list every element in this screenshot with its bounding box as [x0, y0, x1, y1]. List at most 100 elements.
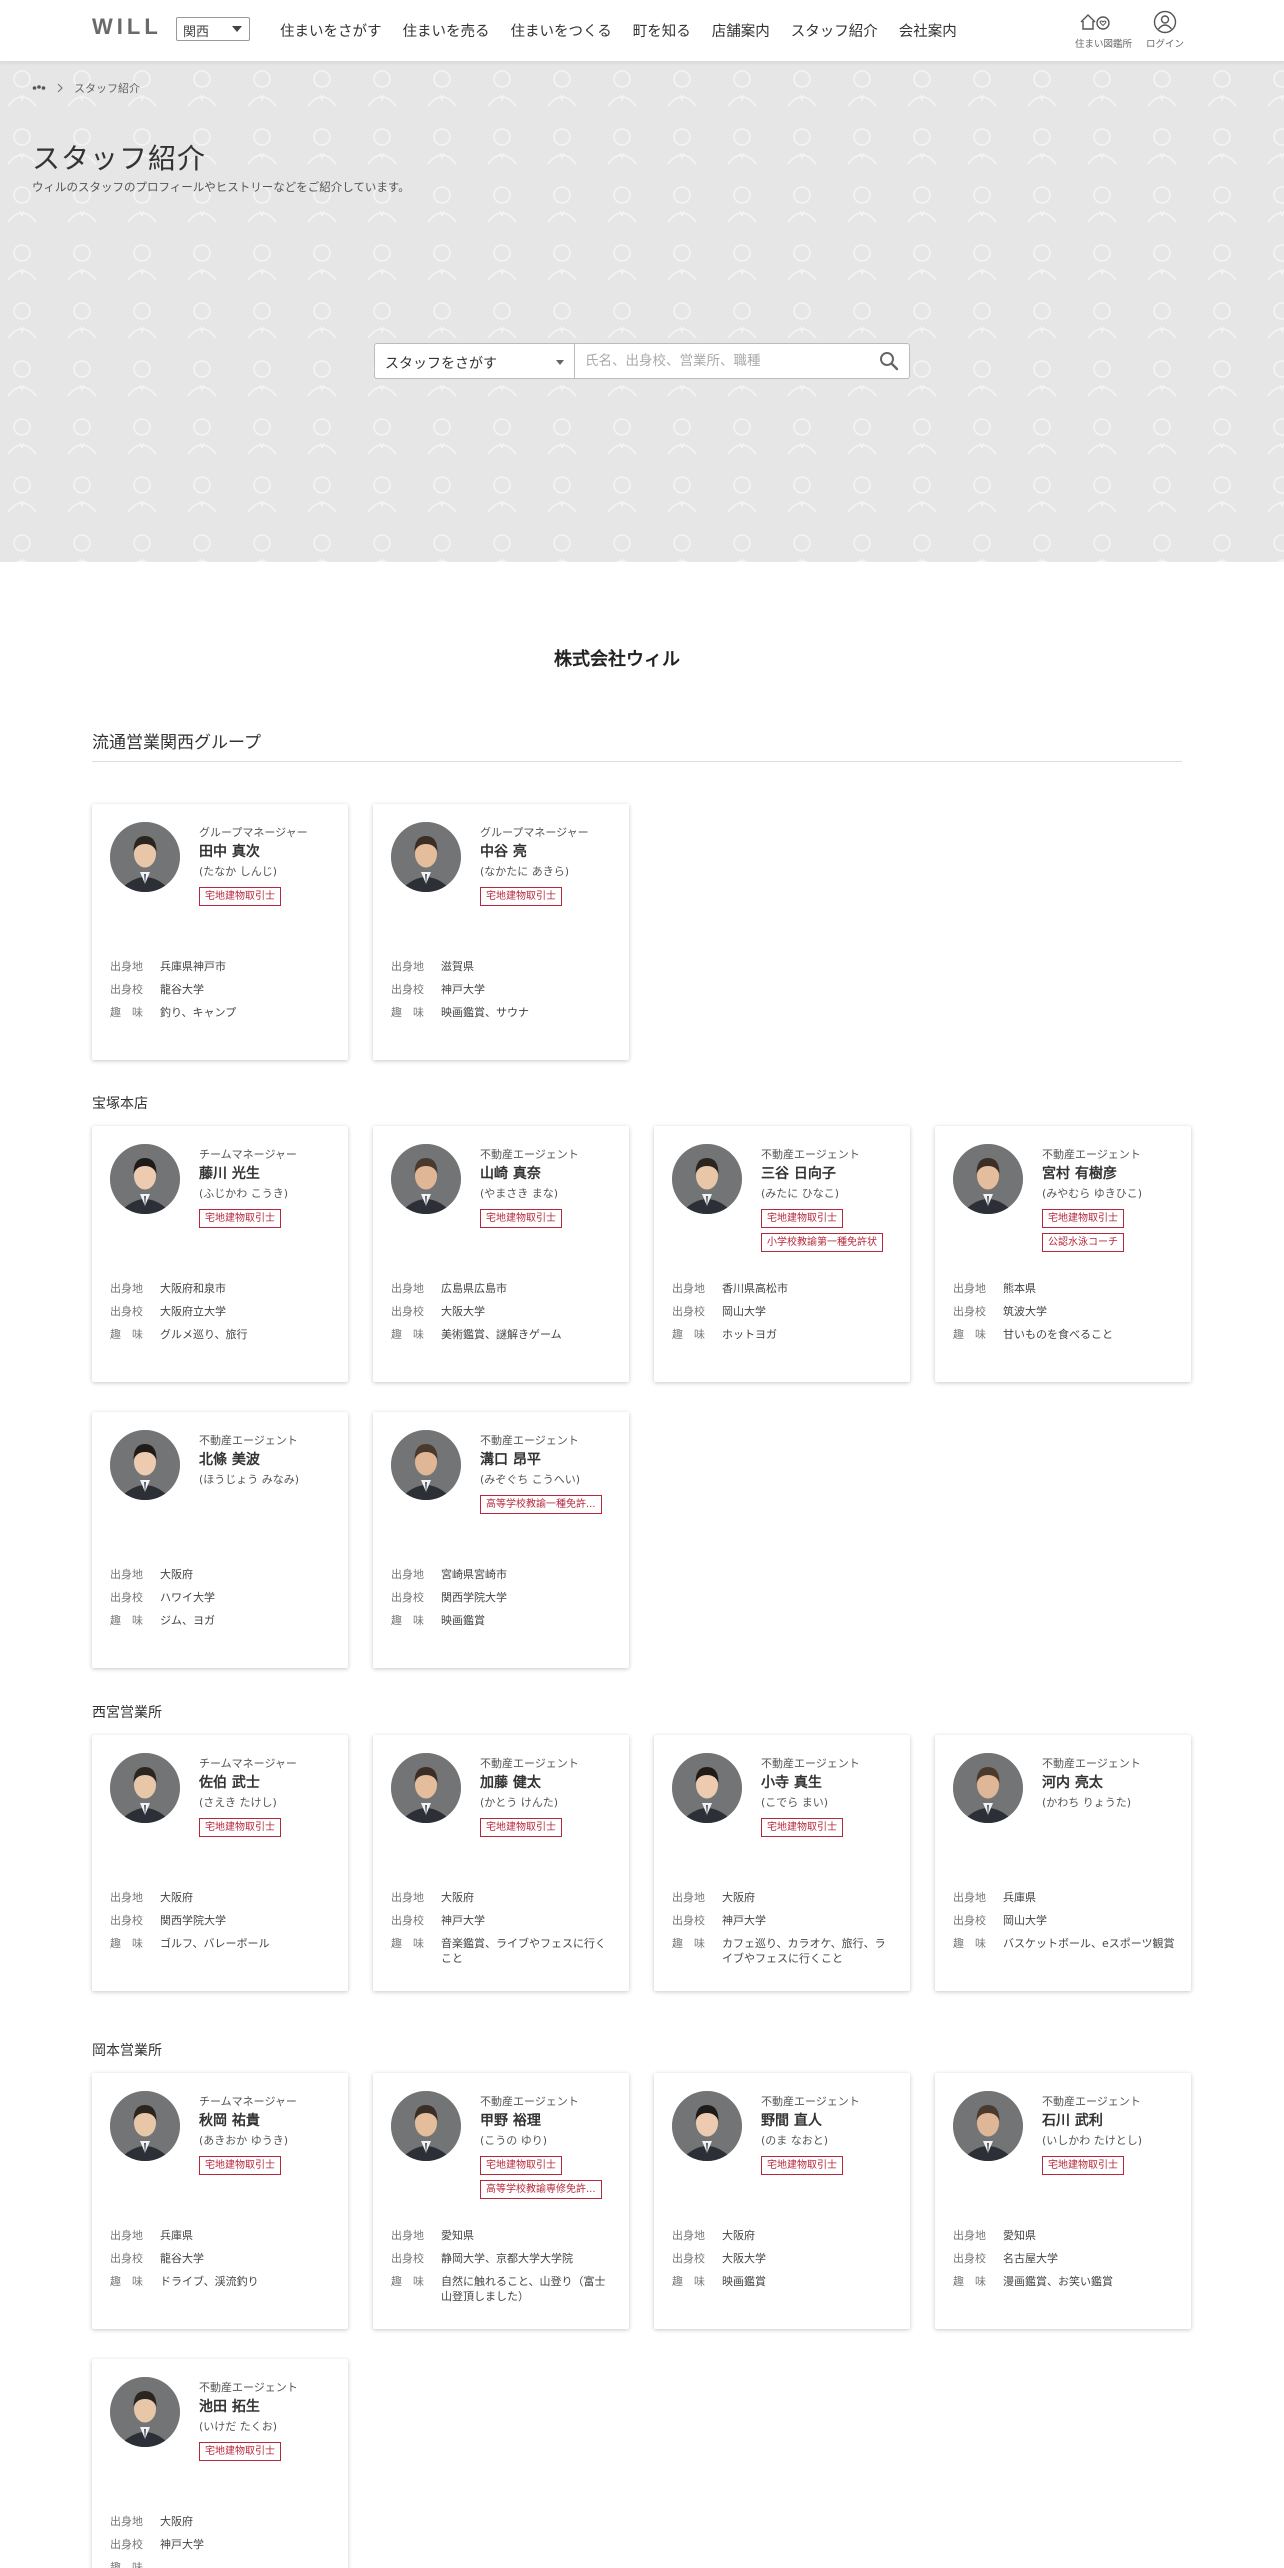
region-select[interactable]: 関西: [176, 17, 250, 41]
staff-card[interactable]: チームマネージャー 秋岡 祐貴 (あきおか ゆうき) 宅地建物取引士 出身地 兵庫県 出身校…: [92, 2073, 348, 2329]
staff-role: 不動産エージェント: [199, 2381, 298, 2394]
staff-badges: 高等学校教諭一種免許...: [480, 1495, 602, 1514]
staff-info-label: 出身校: [110, 2538, 143, 2551]
staff-name: 加藤 健太: [480, 1775, 541, 1791]
office-title: 宝塚本店: [92, 1096, 148, 1112]
staff-info: 出身地 宮崎県宮崎市 出身校 関西学院大学趣 味 映画鑑賞: [391, 1567, 613, 1636]
staff-info-row-birthplace: 出身地 大阪府和泉市: [110, 1281, 332, 1296]
staff-info-value: 大阪府: [722, 2229, 755, 2242]
staff-info-row-school: 出身校 関西学院大学: [391, 1590, 613, 1605]
staff-info-label: 趣 味: [953, 1328, 986, 1341]
staff-info-value: 岡山大学: [1003, 1914, 1047, 1927]
staff-info-value: 静岡大学、京都大学大学院: [441, 2252, 573, 2265]
staff-info-value: 大阪大学: [722, 2252, 766, 2265]
staff-info-row-birthplace: 出身地 大阪府: [672, 1890, 894, 1905]
staff-info: 出身地 兵庫県神戸市 出身校 龍谷大学趣 味 釣り、キャンプ: [110, 959, 332, 1028]
staff-card[interactable]: 不動産エージェント 甲野 裕理 (こうの ゆり) 宅地建物取引士 高等学校教諭専修免許.…: [373, 2073, 629, 2329]
qualification-badge: 宅地建物取引士: [761, 1818, 843, 1837]
staff-info-value: 音楽鑑賞、ライブやフェスに行くこと: [441, 1937, 606, 1965]
staff-info-row-school: 出身校 岡山大学: [953, 1913, 1175, 1928]
staff-role: 不動産エージェント: [761, 1148, 860, 1161]
staff-card[interactable]: 不動産エージェント 溝口 昂平 (みぞぐち こうへい) 高等学校教諭一種免許... 出身…: [373, 1412, 629, 1668]
staff-info-value: 甘いものを食べること: [1003, 1328, 1113, 1341]
staff-badges: 宅地建物取引士: [480, 1818, 562, 1837]
staff-info-value: 愛知県: [441, 2229, 474, 2242]
staff-info-row-school: 出身校 関西学院大学: [110, 1913, 332, 1928]
search-category-select[interactable]: スタッフをさがす: [375, 344, 575, 378]
staff-info-value: 大阪府: [722, 1891, 755, 1904]
staff-badges: 宅地建物取引士: [199, 887, 281, 906]
search-button[interactable]: [869, 344, 909, 378]
staff-info: 出身地 大阪府 出身校 神戸大学趣 味 カフェ巡り、カラオケ、旅行、ライブやフェスに行く…: [672, 1890, 894, 1974]
staff-info-label: 出身地: [672, 1282, 705, 1295]
staff-info-label: 趣 味: [110, 1614, 143, 1627]
staff-info-label: 趣 味: [953, 1937, 986, 1950]
staff-info-row-birthplace: 出身地 宮崎県宮崎市: [391, 1567, 613, 1582]
staff-info-row-birthplace: 出身地 兵庫県神戸市: [110, 959, 332, 974]
nav-item-sell[interactable]: 住まいを売る: [403, 20, 490, 41]
qualification-badge: 宅地建物取引士: [480, 887, 562, 906]
consult-link[interactable]: 住まい図鑑所: [1075, 10, 1132, 50]
staff-name: 溝口 昂平: [480, 1452, 541, 1468]
qualification-badge: 宅地建物取引士: [761, 1209, 843, 1228]
staff-info-label: 出身校: [110, 1591, 143, 1604]
staff-info-label: 趣 味: [391, 2275, 424, 2288]
nav-item-town[interactable]: 町を知る: [633, 20, 691, 41]
qualification-badge: 宅地建物取引士: [199, 2442, 281, 2461]
staff-badges: 宅地建物取引士: [761, 1818, 843, 1837]
staff-badges: 宅地建物取引士: [199, 1209, 281, 1228]
staff-info-value: 兵庫県: [160, 2229, 193, 2242]
staff-badges: 宅地建物取引士: [480, 887, 562, 906]
staff-photo: [110, 2377, 180, 2447]
search-input[interactable]: [575, 344, 869, 378]
staff-info: 出身地 愛知県 出身校 静岡大学、京都大学大学院趣 味 自然に触れること、山登り（富士山…: [391, 2228, 613, 2312]
staff-info-label: 趣 味: [110, 2561, 143, 2568]
staff-name: 山崎 真奈: [480, 1166, 541, 1182]
staff-info-value: 龍谷大学: [160, 2252, 204, 2265]
nav-item-search[interactable]: 住まいをさがす: [280, 20, 382, 41]
staff-card[interactable]: 不動産エージェント 野間 直人 (のま なおと) 宅地建物取引士 出身地 大阪府 出身校 大阪…: [654, 2073, 910, 2329]
staff-info-row-hobby: 趣 味: [110, 2560, 332, 2568]
staff-photo: [672, 2091, 742, 2161]
hero-section: スタッフ紹介 スタッフ紹介 ウィルのスタッフのプロフィールやヒストリーなどをご紹…: [0, 62, 1284, 562]
nav-item-company[interactable]: 会社案内: [899, 20, 957, 41]
house-heart-icon: [1080, 14, 1110, 30]
staff-info-value: 神戸大学: [441, 1914, 485, 1927]
staff-card[interactable]: 不動産エージェント 山崎 真奈 (やまさき まな) 宅地建物取引士 出身地 広島県広島市出…: [373, 1126, 629, 1382]
site-logo[interactable]: WILL: [92, 14, 162, 40]
staff-role: 不動産エージェント: [761, 1757, 860, 1770]
staff-photo: [953, 1144, 1023, 1214]
staff-info-label: 出身校: [110, 1305, 143, 1318]
nav-item-staff[interactable]: スタッフ紹介: [791, 20, 878, 41]
staff-info: 出身地 大阪府 出身校 神戸大学趣 味: [110, 2514, 332, 2568]
staff-info-value: 広島県広島市: [441, 1282, 507, 1295]
staff-card[interactable]: チームマネージャー 佐伯 武士 (さえき たけし) 宅地建物取引士 出身地 大阪府 出身校 関…: [92, 1735, 348, 1991]
staff-info: 出身地 大阪府 出身校 関西学院大学趣 味 ゴルフ、バレーボール: [110, 1890, 332, 1959]
staff-kana: (みたに ひなこ): [761, 1187, 840, 1200]
staff-info-label: 出身校: [672, 1914, 705, 1927]
staff-info-value: 自然に触れること、山登り（富士山登頂しました）: [441, 2275, 606, 2303]
group-title: 流通営業関西グループ: [92, 728, 1182, 762]
staff-card[interactable]: 不動産エージェント 北條 美波 (ほうじょう みなみ) 出身地 大阪府 出身校 ハワイ大学趣…: [92, 1412, 348, 1668]
staff-card[interactable]: 不動産エージェント 小寺 真生 (こでら まい) 宅地建物取引士 出身地 大阪府 出身校 神戸…: [654, 1735, 910, 1991]
staff-info-value: 美術鑑賞、謎解きゲーム: [441, 1328, 562, 1341]
staff-card[interactable]: チームマネージャー 藤川 光生 (ふじかわ こうき) 宅地建物取引士 出身地 大阪府和泉市…: [92, 1126, 348, 1382]
staff-card[interactable]: 不動産エージェント 石川 武利 (いしかわ たけとし) 宅地建物取引士 出身地 愛知県 出身…: [935, 2073, 1191, 2329]
staff-info-row-hobby: 趣 味 ドライブ、渓流釣り: [110, 2274, 332, 2289]
staff-info-value: 釣り、キャンプ: [160, 1006, 237, 1019]
staff-card[interactable]: 不動産エージェント 加藤 健太 (かとう けんた) 宅地建物取引士 出身地 大阪府 出身校 神…: [373, 1735, 629, 1991]
home-icon[interactable]: [32, 83, 46, 93]
staff-kana: (たなか しんじ): [199, 865, 278, 878]
staff-card[interactable]: 不動産エージェント 宮村 有樹彦 (みやむら ゆきひこ) 宅地建物取引士 公認水泳コーチ…: [935, 1126, 1191, 1382]
login-link[interactable]: ログイン: [1145, 10, 1185, 50]
staff-card[interactable]: グループマネージャー 中谷 亮 (なかたに あきら) 宅地建物取引士 出身地 滋賀県 出身校…: [373, 804, 629, 1060]
staff-info-value: 大阪府立大学: [160, 1305, 226, 1318]
staff-card[interactable]: 不動産エージェント 三谷 日向子 (みたに ひなこ) 宅地建物取引士 小学校教諭第一種免…: [654, 1126, 910, 1382]
search-icon: [880, 352, 899, 371]
staff-info-label: 趣 味: [110, 1328, 143, 1341]
staff-card[interactable]: 不動産エージェント 池田 拓生 (いけだ たくお) 宅地建物取引士 出身地 大阪府 出身校 神…: [92, 2359, 348, 2568]
nav-item-build[interactable]: 住まいをつくる: [511, 20, 612, 41]
staff-card[interactable]: グループマネージャー 田中 真次 (たなか しんじ) 宅地建物取引士 出身地 兵庫県神戸市…: [92, 804, 348, 1060]
staff-card[interactable]: 不動産エージェント 河内 亮太 (かわち りょうた) 出身地 兵庫県 出身校 岡山大学趣 味…: [935, 1735, 1191, 1991]
nav-item-stores[interactable]: 店舗案内: [712, 20, 770, 41]
